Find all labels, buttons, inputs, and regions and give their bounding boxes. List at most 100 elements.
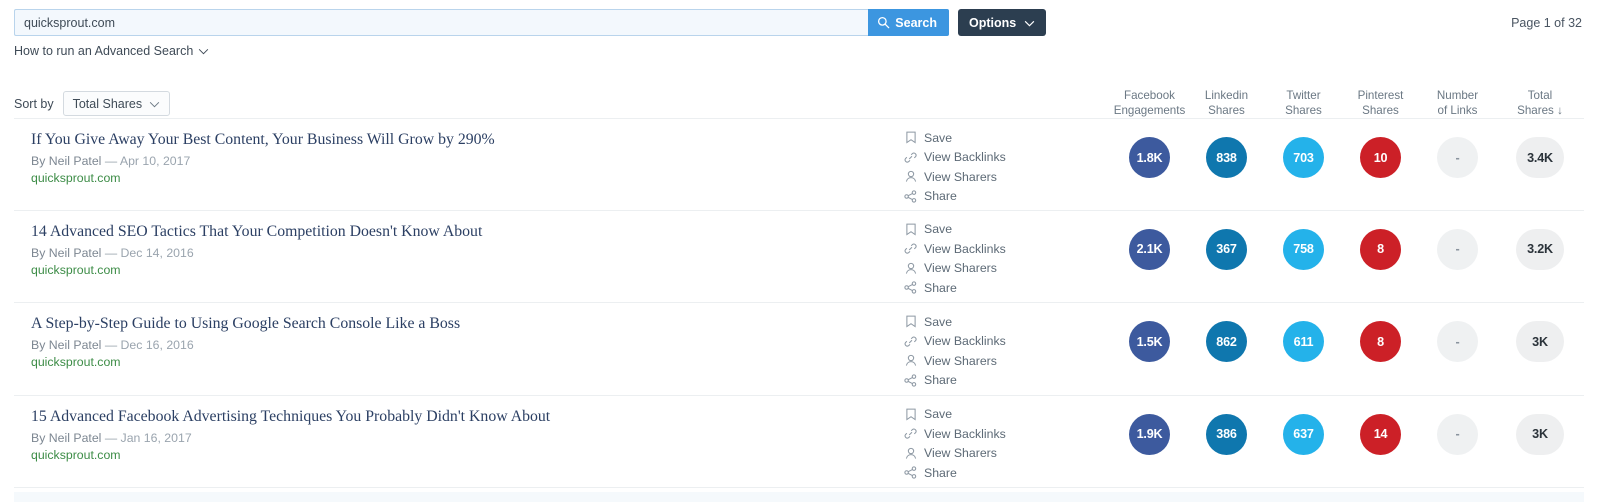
metric-twitter[interactable]: 637 xyxy=(1283,413,1324,455)
column-header-total[interactable]: Total Shares ↓ xyxy=(1496,88,1584,118)
page-indicator: Page 1 of 32 xyxy=(1511,15,1582,30)
action-save[interactable]: Save xyxy=(904,220,1064,240)
action-save[interactable]: Save xyxy=(904,405,1064,425)
options-button-label: Options xyxy=(969,15,1017,30)
result-author: By Neil Patel xyxy=(31,245,102,260)
metric-linkedin[interactable]: 386 xyxy=(1206,413,1247,455)
column-header-facebook[interactable]: Facebook Engagements xyxy=(1111,88,1188,118)
bookmark-icon xyxy=(904,223,917,236)
result-row: 15 Advanced Facebook Advertising Techniq… xyxy=(14,396,1584,488)
metric-facebook[interactable]: 1.8K xyxy=(1129,137,1170,178)
result-domain[interactable]: quicksprout.com xyxy=(31,171,904,185)
result-title[interactable]: If You Give Away Your Best Content, Your… xyxy=(31,130,904,149)
action-save[interactable]: Save xyxy=(904,312,1064,332)
metric-linkedin[interactable]: 838 xyxy=(1206,137,1247,178)
action-label: View Backlinks xyxy=(924,334,1006,349)
bookmark-icon xyxy=(904,315,917,328)
advanced-search-link[interactable]: How to run an Advanced Search xyxy=(0,36,209,58)
metric-total[interactable]: 3.2K xyxy=(1516,228,1564,270)
metric-cell-links: - xyxy=(1419,137,1496,178)
sort-by-select[interactable]: Total Shares xyxy=(62,91,171,116)
metric-cell-linkedin: 838 xyxy=(1188,137,1265,178)
result-domain[interactable]: quicksprout.com xyxy=(31,448,904,462)
column-header-line1: Total xyxy=(1527,89,1553,102)
metric-pinterest[interactable]: 10 xyxy=(1360,137,1401,178)
column-header-twitter[interactable]: Twitter Shares xyxy=(1265,88,1342,118)
action-view-backlinks[interactable]: View Backlinks xyxy=(904,239,1064,259)
metric-cell-total: 3.2K xyxy=(1496,228,1584,270)
metric-twitter[interactable]: 758 xyxy=(1283,228,1324,270)
metric-links[interactable]: - xyxy=(1437,137,1478,178)
action-label: View Backlinks xyxy=(924,241,1006,256)
action-label: Share xyxy=(924,280,957,295)
action-label: View Sharers xyxy=(924,169,997,184)
sort-by-value: Total Shares xyxy=(72,96,143,111)
metric-twitter[interactable]: 703 xyxy=(1283,137,1324,178)
result-date: Dec 16, 2016 xyxy=(120,338,194,352)
column-header-line1: Twitter xyxy=(1286,89,1321,102)
metric-total[interactable]: 3K xyxy=(1516,321,1564,362)
metric-facebook[interactable]: 1.9K xyxy=(1129,413,1170,455)
metric-pinterest[interactable]: 8 xyxy=(1360,228,1401,270)
action-share[interactable]: Share xyxy=(904,278,1064,298)
action-share[interactable]: Share xyxy=(904,187,1064,207)
column-header-line2: Shares xyxy=(1285,104,1322,117)
search-button[interactable]: Search xyxy=(868,9,949,36)
action-share[interactable]: Share xyxy=(904,371,1064,391)
magnifier-icon xyxy=(877,16,890,29)
action-label: Share xyxy=(924,465,957,480)
result-domain[interactable]: quicksprout.com xyxy=(31,355,904,369)
share-nodes-icon xyxy=(904,190,917,203)
metric-cell-facebook: 1.5K xyxy=(1111,321,1188,362)
metric-pinterest[interactable]: 8 xyxy=(1360,321,1401,362)
action-label: Save xyxy=(924,407,953,422)
action-share[interactable]: Share xyxy=(904,463,1064,483)
metric-cell-total: 3K xyxy=(1496,413,1584,455)
action-view-backlinks[interactable]: View Backlinks xyxy=(904,332,1064,352)
metric-facebook[interactable]: 2.1K xyxy=(1129,228,1170,270)
metric-cell-pinterest: 14 xyxy=(1342,413,1419,455)
action-view-backlinks[interactable]: View Backlinks xyxy=(904,148,1064,168)
column-header-pinterest[interactable]: Pinterest Shares xyxy=(1342,88,1419,118)
sort-by-label: Sort by xyxy=(14,96,54,111)
metric-linkedin[interactable]: 862 xyxy=(1206,321,1247,362)
metric-links[interactable]: - xyxy=(1437,228,1478,270)
action-view-sharers[interactable]: View Sharers xyxy=(904,259,1064,279)
person-icon xyxy=(904,262,917,275)
metric-pinterest[interactable]: 14 xyxy=(1360,413,1401,455)
link-chain-icon xyxy=(904,151,917,164)
result-title[interactable]: A Step-by-Step Guide to Using Google Sea… xyxy=(31,314,904,333)
metric-total[interactable]: 3.4K xyxy=(1516,137,1564,178)
metric-links[interactable]: - xyxy=(1437,413,1478,455)
search-input[interactable] xyxy=(14,9,869,36)
result-byline: By Neil Patel — Dec 16, 2016 xyxy=(31,338,904,352)
options-button[interactable]: Options xyxy=(958,9,1047,36)
metric-cell-total: 3K xyxy=(1496,321,1584,362)
action-label: View Sharers xyxy=(924,353,997,368)
result-byline: By Neil Patel — Jan 16, 2017 xyxy=(31,431,904,445)
action-label: View Sharers xyxy=(924,261,997,276)
link-chain-icon xyxy=(904,335,917,348)
column-header-links[interactable]: Number of Links xyxy=(1419,88,1496,118)
metric-twitter[interactable]: 611 xyxy=(1283,321,1324,362)
metric-facebook[interactable]: 1.5K xyxy=(1129,321,1170,362)
result-date: Dec 14, 2016 xyxy=(120,245,194,260)
action-view-backlinks[interactable]: View Backlinks xyxy=(904,424,1064,444)
result-title[interactable]: 15 Advanced Facebook Advertising Techniq… xyxy=(31,407,904,426)
action-view-sharers[interactable]: View Sharers xyxy=(904,351,1064,371)
metric-total[interactable]: 3K xyxy=(1516,413,1564,455)
action-view-sharers[interactable]: View Sharers xyxy=(904,167,1064,187)
link-chain-icon xyxy=(904,242,917,255)
chevron-down-icon xyxy=(149,97,160,111)
column-header-linkedin[interactable]: Linkedin Shares xyxy=(1188,88,1265,118)
results-list: If You Give Away Your Best Content, Your… xyxy=(0,118,1600,488)
metric-linkedin[interactable]: 367 xyxy=(1206,228,1247,270)
result-title[interactable]: 14 Advanced SEO Tactics That Your Compet… xyxy=(31,222,904,241)
action-view-sharers[interactable]: View Sharers xyxy=(904,444,1064,464)
metric-links[interactable]: - xyxy=(1437,321,1478,362)
action-save[interactable]: Save xyxy=(904,128,1064,148)
result-domain[interactable]: quicksprout.com xyxy=(31,263,904,277)
metric-cell-twitter: 703 xyxy=(1265,137,1342,178)
next-row-strip xyxy=(14,492,1584,502)
metric-cell-pinterest: 8 xyxy=(1342,228,1419,270)
